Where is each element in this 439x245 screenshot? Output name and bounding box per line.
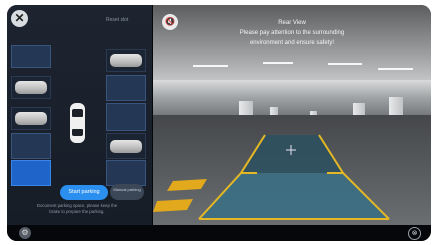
parking-slot-occupied xyxy=(106,49,146,72)
gear-icon: ⚙ xyxy=(21,228,29,237)
manual-parking-button[interactable]: Manual parking xyxy=(110,184,144,200)
parking-slot-occupied xyxy=(11,76,51,99)
settings-button[interactable]: ⚙ xyxy=(19,227,31,239)
parked-car xyxy=(110,54,142,67)
parking-screen: ✕ Reset slot Start parking Manual parkin… xyxy=(7,5,431,241)
parking-slot-selected[interactable] xyxy=(11,160,51,186)
camera-title: Rear View xyxy=(278,20,306,26)
ego-vehicle xyxy=(70,103,85,143)
parked-car xyxy=(15,81,47,94)
parking-slot[interactable] xyxy=(11,45,51,68)
parking-slot[interactable] xyxy=(106,103,146,131)
bottom-bar: ⚙ ⊗ xyxy=(7,225,431,241)
exit-button[interactable]: ⊗ xyxy=(408,227,421,240)
rear-camera-view: 🔇 Rear View Please pay attention to the … xyxy=(153,5,431,225)
parking-slot[interactable] xyxy=(106,160,146,186)
parking-slot[interactable] xyxy=(106,75,146,101)
camera-message: Rear View Please pay attention to the su… xyxy=(153,18,431,48)
reset-slot-label[interactable]: Reset slot xyxy=(106,17,128,23)
parking-hint-text: Document parking space, please keep the … xyxy=(36,203,118,214)
parked-car xyxy=(15,112,47,125)
start-parking-button[interactable]: Start parking xyxy=(60,185,108,200)
camera-message-line1: Please pay attention to the surrounding xyxy=(239,30,345,36)
parking-slot[interactable] xyxy=(11,133,51,159)
close-icon: ✕ xyxy=(14,11,25,25)
parking-slot-occupied xyxy=(106,133,146,159)
camera-message-line2: environment and ensure safety! xyxy=(249,40,335,46)
parking-slot-panel: ✕ Reset slot Start parking Manual parkin… xyxy=(7,5,152,225)
parked-car xyxy=(110,140,142,153)
parking-slot-occupied xyxy=(11,107,51,130)
exit-icon: ⊗ xyxy=(411,230,418,237)
close-button[interactable]: ✕ xyxy=(11,10,28,27)
